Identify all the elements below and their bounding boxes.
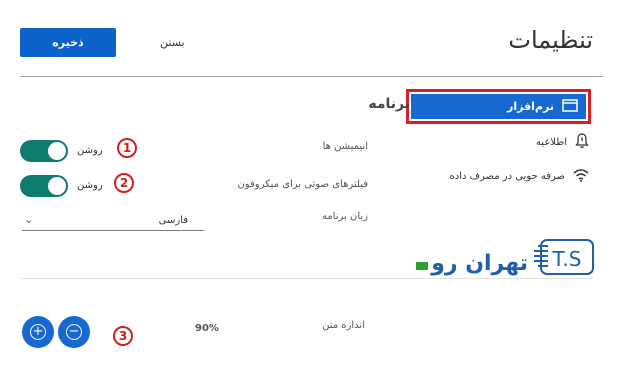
text-size-label: اندازه متن — [322, 320, 365, 331]
marker-1: 1 — [117, 138, 137, 158]
window-icon — [562, 98, 578, 115]
section-title: برنامه — [368, 96, 410, 112]
sidebar-item-data-saver[interactable]: صرفه جویی در مصرف داده — [450, 168, 589, 185]
language-label: زبان برنامه — [321, 211, 368, 222]
animations-state: روشن — [77, 145, 103, 156]
sidebar-item-label: نرم‌افزار — [507, 100, 554, 113]
page-title: تنظیمات — [508, 26, 593, 54]
animations-toggle[interactable] — [20, 140, 68, 162]
mic-filters-state: روشن — [77, 180, 103, 191]
animations-label: انیمیشن ها — [322, 141, 368, 152]
mic-filters-label: فیلترهای صوتی برای میکروفون — [237, 179, 368, 190]
close-button[interactable]: بستن — [160, 36, 185, 49]
header-divider — [20, 76, 603, 77]
decrease-text-size-button[interactable]: − — [58, 316, 90, 348]
chevron-down-icon: ⌄ — [24, 213, 34, 226]
sidebar-item-label: اطلاعیه — [535, 137, 567, 148]
plus-icon: + — [30, 324, 46, 340]
watermark-logo: T.S تهران رو — [378, 238, 594, 282]
text-size-value: 90% — [195, 323, 219, 334]
sidebar-item-software[interactable]: نرم‌افزار — [406, 89, 591, 124]
bell-icon — [575, 133, 589, 152]
sidebar-item-notifications[interactable]: اطلاعیه — [536, 133, 589, 152]
marker-2: 2 — [114, 173, 134, 193]
svg-text:T.S: T.S — [552, 247, 582, 271]
mic-filters-toggle[interactable] — [20, 175, 68, 197]
sidebar-item-label: صرفه جویی در مصرف داده — [449, 171, 565, 182]
watermark-text: تهران رو — [430, 251, 528, 276]
increase-text-size-button[interactable]: + — [22, 316, 54, 348]
minus-icon: − — [66, 324, 82, 340]
wifi-icon — [573, 168, 589, 185]
marker-3: 3 — [113, 326, 133, 346]
language-select[interactable]: ⌄ فارسی — [22, 211, 204, 231]
save-button[interactable]: ذخیره — [20, 28, 116, 57]
language-value: فارسی — [158, 215, 188, 226]
